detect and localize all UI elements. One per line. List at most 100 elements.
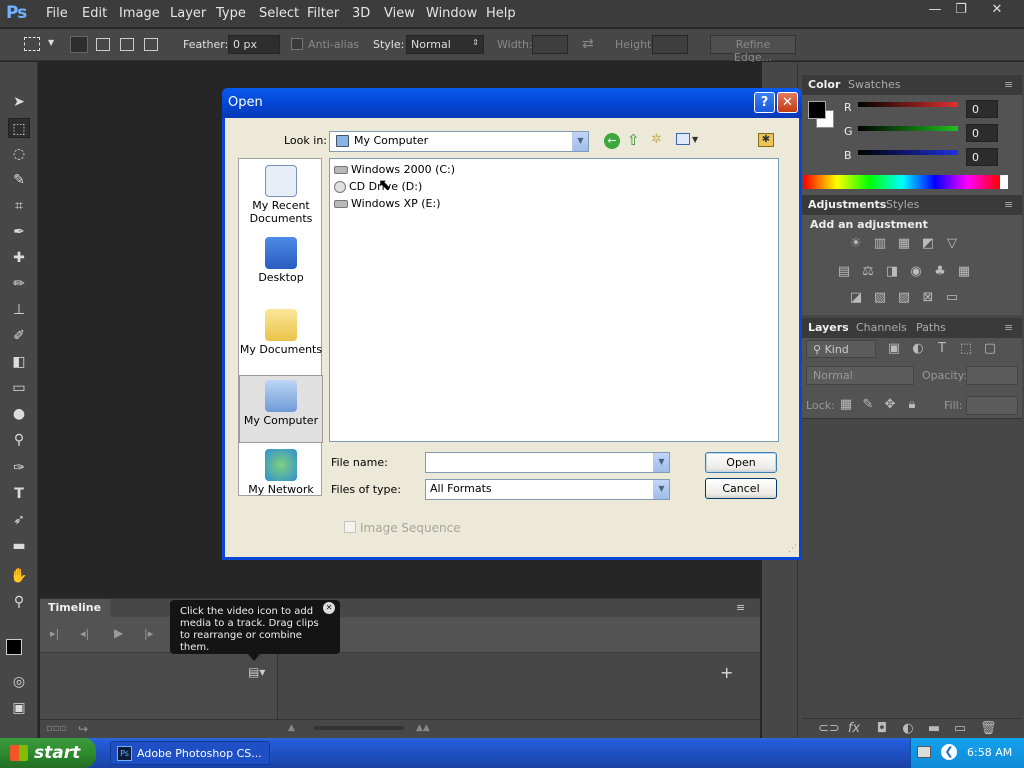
menu-3d[interactable]: 3D [352,6,370,21]
menu-filter[interactable]: Filter [307,6,339,21]
move-tool-icon[interactable]: ➤ [8,92,30,112]
panel-menu-icon[interactable]: ≡ [1004,321,1013,334]
blur-tool-icon[interactable]: ● [8,404,30,424]
channel-mixer-icon[interactable]: ♣ [932,265,948,279]
pixel-filter-icon[interactable]: ▣ [886,342,902,356]
drive-c[interactable]: Windows 2000 (C:) [334,163,455,176]
timeline-tab[interactable]: Timeline [40,599,110,617]
convert-frames-icon[interactable]: ▫▫▫ [46,723,66,734]
quick-select-tool-icon[interactable]: ✎ [8,170,30,190]
posterize-icon[interactable]: ▧ [872,291,888,305]
keyboard-icon[interactable] [917,746,931,758]
hue-sat-icon[interactable]: ▤ [836,265,852,279]
selective-color-icon[interactable]: ⊠ [920,291,936,305]
crop-tool-icon[interactable]: ⌗ [8,196,30,216]
brush-tool-icon[interactable]: ✏ [8,274,30,294]
minimize-button[interactable]: — [921,2,949,20]
type-tool-icon[interactable]: T [8,484,30,504]
menu-select[interactable]: Select [259,6,299,21]
back-icon[interactable]: ← [604,133,620,149]
type-filter-icon[interactable]: T [934,342,950,356]
close-button[interactable]: ✕ [983,2,1011,20]
play-icon[interactable]: ▶ [114,626,123,640]
tooltip-close-icon[interactable]: ✕ [323,602,335,614]
exposure-icon[interactable]: ◩ [920,237,936,251]
panel-menu-icon[interactable]: ≡ [1004,78,1013,91]
tab-paths[interactable]: Paths [916,321,946,334]
link-layers-icon[interactable]: ⊂⊃ [818,722,840,736]
menu-help[interactable]: Help [486,6,516,21]
restore-button[interactable]: ❐ [947,2,975,20]
history-brush-tool-icon[interactable]: ✐ [8,326,30,346]
pen-tool-icon[interactable]: ✑ [8,458,30,478]
drive-e[interactable]: Windows XP (E:) [334,197,441,210]
up-folder-icon[interactable]: ⇧ [627,131,640,149]
color-lookup-icon[interactable]: ▦ [956,265,972,279]
b-value[interactable]: 0 [966,148,998,166]
files-of-type-select[interactable]: All Formats ▼ [425,479,670,500]
video-icon[interactable]: ▤▾ [248,665,265,679]
menu-layer[interactable]: Layer [170,6,206,21]
chevron-down-icon[interactable]: ▼ [692,135,698,144]
lasso-tool-icon[interactable]: ◌ [8,144,30,164]
new-selection-icon[interactable] [70,36,88,53]
color-ramp-white[interactable] [1000,175,1008,189]
zoom-out-icon[interactable]: ▲ [288,723,295,733]
chevron-down-icon[interactable]: ▼ [48,38,54,47]
place-recent[interactable]: My Recent Documents [239,165,323,225]
tray-arrow-icon[interactable]: ❮ [941,744,957,760]
r-value[interactable]: 0 [966,100,998,118]
menu-file[interactable]: File [46,6,68,21]
new-folder-icon[interactable]: ✲ [651,132,662,147]
tab-channels[interactable]: Channels [856,321,907,334]
view-menu-icon[interactable] [676,133,690,145]
add-media-icon[interactable]: + [720,663,733,682]
panel-menu-icon[interactable]: ≡ [1004,198,1013,211]
dialog-close-button[interactable]: ✕ [777,92,798,113]
file-list[interactable]: Windows 2000 (C:) CD Drive (D:) Windows … [329,158,779,442]
g-value[interactable]: 0 [966,124,998,142]
levels-icon[interactable]: ▥ [872,237,888,251]
adjustment-filter-icon[interactable]: ◐ [910,342,926,356]
layer-kind-filter[interactable]: ⚲ Kind [806,340,876,358]
smart-object-filter-icon[interactable]: ▢ [982,342,998,356]
brightness-icon[interactable]: ☀ [848,237,864,251]
previous-frame-icon[interactable]: ◂| [80,627,89,640]
zoom-slider[interactable] [314,726,404,730]
start-button[interactable]: start [0,738,96,768]
threshold-icon[interactable]: ▨ [896,291,912,305]
eyedropper-tool-icon[interactable]: ✒ [8,222,30,242]
menu-window[interactable]: Window [426,6,477,21]
invert-icon[interactable]: ◪ [848,291,864,305]
marquee-preset-icon[interactable] [24,37,40,51]
mask-icon[interactable]: ◘ [874,722,890,736]
style-select[interactable]: Normal ⇕ [406,35,484,54]
taskbar-item-photoshop[interactable]: Ps Adobe Photoshop CS... [110,741,270,765]
render-icon[interactable]: ↪ [78,722,88,736]
dialog-titlebar[interactable] [222,88,802,118]
shape-filter-icon[interactable]: ⬚ [958,342,974,356]
gradient-tool-icon[interactable]: ▭ [8,378,30,398]
eraser-tool-icon[interactable]: ◧ [8,352,30,372]
screen-mode-icon[interactable]: ▣ [8,698,30,718]
antialias-checkbox[interactable] [291,38,303,50]
panel-menu-icon[interactable]: ≡ [736,601,745,614]
open-button[interactable]: Open [705,452,777,473]
tab-adjustments[interactable]: Adjustments [808,198,886,211]
file-name-input[interactable]: ▼ [425,452,670,473]
foreground-color-swatch[interactable] [6,639,22,655]
subtract-selection-icon[interactable] [120,38,134,51]
black-white-icon[interactable]: ◨ [884,265,900,279]
curves-icon[interactable]: ▦ [896,237,912,251]
trash-icon[interactable]: 🗑︎ [980,722,997,736]
fg-color-chip[interactable] [808,101,826,119]
zoom-in-icon[interactable]: ▲▲ [416,723,430,733]
place-my-network[interactable]: My Network [239,449,323,496]
feather-input[interactable]: 0 px [228,35,280,54]
tab-color[interactable]: Color [808,78,840,91]
quick-mask-icon[interactable]: ◎ [8,672,30,692]
zoom-tool-icon[interactable]: ⚲ [8,592,30,612]
first-frame-icon[interactable]: ▸| [50,627,59,640]
gradient-map-icon[interactable]: ▭ [944,291,960,305]
hand-tool-icon[interactable]: ✋ [8,566,30,586]
